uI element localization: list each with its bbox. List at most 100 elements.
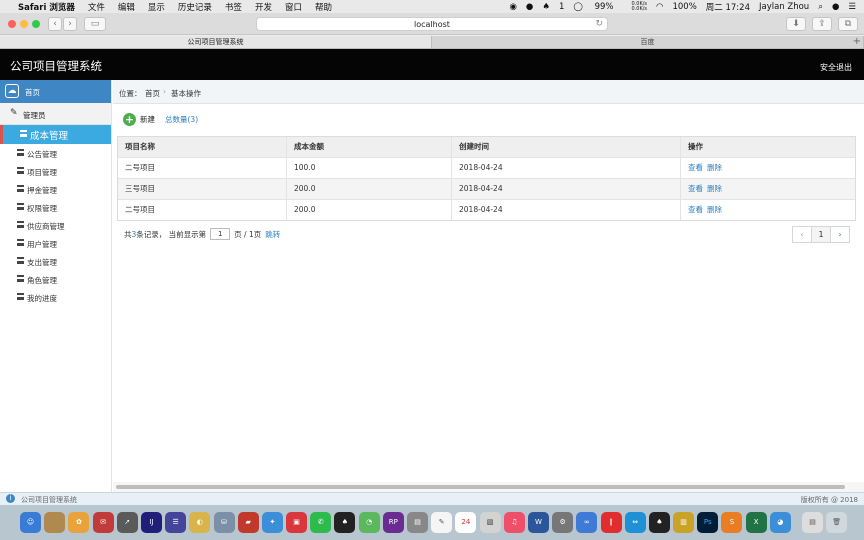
axure-icon[interactable]: RP — [382, 512, 404, 533]
column-header-name[interactable]: 项目名称 — [118, 137, 286, 157]
wechat-tray-icon[interactable]: ● — [526, 2, 533, 12]
share-button[interactable]: ⇪ — [812, 17, 832, 31]
downloads-button[interactable]: ⬇ — [786, 17, 806, 31]
photoshop-icon[interactable]: Ps — [697, 512, 719, 533]
delete-link[interactable]: 删除 — [707, 163, 722, 172]
qq-icon-2[interactable]: ♠ — [648, 512, 670, 533]
word-icon[interactable]: W — [527, 512, 549, 533]
menu-bookmarks[interactable]: 书签 — [225, 1, 242, 13]
breadcrumb-home-link[interactable]: 首页 — [145, 88, 160, 99]
teamviewer-icon[interactable]: ⇔ — [624, 512, 646, 533]
reload-icon[interactable]: ↻ — [595, 18, 603, 31]
qq-icon[interactable]: ♠ — [334, 512, 356, 533]
editor-icon[interactable]: ☰ — [165, 512, 187, 533]
itunes-icon[interactable]: ♫ — [503, 512, 525, 533]
app-green-icon[interactable]: ◔ — [358, 512, 380, 533]
sidebar-admin-group[interactable]: ✎ 管理员 — [0, 103, 111, 125]
tab-baidu[interactable]: 百度 — [432, 36, 864, 48]
finder-icon[interactable]: ☺ — [20, 512, 41, 533]
forward-button[interactable]: › — [63, 17, 77, 31]
table-row[interactable]: 二号项目 100.0 2018-04-24 查看 删除 — [118, 157, 855, 178]
new-tab-icon[interactable]: + — [853, 36, 861, 48]
preview-icon[interactable]: ▧ — [479, 512, 501, 533]
tab-project-system[interactable]: 公司项目管理系统 — [0, 36, 432, 48]
record-icon[interactable]: ◉ — [510, 2, 517, 12]
textedit-icon[interactable]: ✎ — [431, 512, 453, 533]
tabs-overview-button[interactable]: ⧉ — [838, 17, 858, 31]
browser-icon[interactable]: ◕ — [769, 512, 791, 533]
scrollbar-thumb[interactable] — [116, 485, 845, 489]
page-number-input[interactable]: 1 — [210, 228, 231, 240]
jump-link[interactable]: 跳转 — [265, 229, 280, 240]
sidebar-item-expense[interactable]: 支出管理 — [0, 252, 111, 270]
column-header-date[interactable]: 创建时间 — [451, 137, 680, 157]
notification-center-icon[interactable]: ☰ — [848, 2, 856, 12]
address-bar[interactable]: localhost ↻ — [256, 17, 608, 31]
new-button[interactable]: 新建 — [140, 114, 155, 125]
sidebar-item-permission[interactable]: 权限管理 — [0, 198, 111, 216]
view-link[interactable]: 查看 — [688, 184, 703, 193]
mail-icon[interactable]: ✉ — [92, 512, 114, 533]
menu-app-name[interactable]: Safari 浏览器 — [18, 1, 75, 13]
table-row[interactable]: 二号项目 200.0 2018-04-24 查看 删除 — [118, 199, 855, 220]
clock[interactable]: 周二 17:24 — [706, 1, 750, 13]
delete-link[interactable]: 删除 — [707, 205, 722, 214]
sidebar-item-user[interactable]: 用户管理 — [0, 234, 111, 252]
horizontal-scrollbar[interactable] — [113, 482, 864, 492]
sidebar-item-deposit[interactable]: 押金管理 — [0, 180, 111, 198]
add-circle-icon[interactable]: + — [123, 112, 136, 126]
parallels-icon[interactable]: ∥ — [600, 512, 622, 533]
menu-history[interactable]: 历史记录 — [178, 1, 212, 13]
calendar-icon[interactable]: 24 — [455, 512, 477, 533]
sidebar-item-role[interactable]: 角色管理 — [0, 270, 111, 288]
total-count-link[interactable]: 总数量(3) — [165, 114, 198, 125]
user-name[interactable]: Jaylan Zhou — [759, 2, 809, 12]
excel-icon[interactable]: X — [745, 512, 767, 533]
zoom-window-button[interactable] — [32, 20, 40, 28]
menu-view[interactable]: 显示 — [148, 1, 165, 13]
launchpad-icon[interactable]: ➚ — [116, 512, 138, 533]
sidebar-item-notice[interactable]: 公告管理 — [0, 144, 111, 162]
qq-tray-icon[interactable]: ♠ 1 — [542, 2, 564, 12]
stickies-icon[interactable]: ▤ — [407, 512, 428, 533]
menu-develop[interactable]: 开发 — [255, 1, 272, 13]
sublime-icon[interactable]: S — [721, 512, 743, 533]
book-icon[interactable]: ▥ — [673, 512, 695, 533]
photos-icon[interactable]: ✿ — [68, 512, 90, 533]
view-link[interactable]: 查看 — [688, 163, 703, 172]
screenshot-icon[interactable]: ▣ — [286, 512, 308, 533]
logout-link[interactable]: 安全退出 — [820, 62, 852, 73]
wechat-icon[interactable]: ✆ — [310, 512, 332, 533]
sidebar-home[interactable]: ☁ 首页 — [0, 80, 111, 103]
menu-help[interactable]: 帮助 — [315, 1, 332, 13]
sidebar-item-project[interactable]: 项目管理 — [0, 162, 111, 180]
notes-icon[interactable] — [44, 512, 66, 533]
sidebar-item-cost[interactable]: 成本管理 — [0, 125, 111, 144]
sidebar-toggle-button[interactable]: ▭ — [84, 17, 106, 31]
prev-page-button[interactable]: ‹ — [792, 226, 812, 243]
menu-edit[interactable]: 编辑 — [118, 1, 135, 13]
redis-icon[interactable]: ▰ — [237, 512, 259, 533]
siri-icon[interactable]: ● — [832, 2, 839, 12]
navicat-icon[interactable]: ◐ — [189, 512, 211, 533]
table-row[interactable]: 三号项目 200.0 2018-04-24 查看 删除 — [118, 178, 855, 199]
wifi-icon[interactable]: ◠ — [656, 2, 663, 12]
delete-link[interactable]: 删除 — [707, 184, 722, 193]
safari-icon[interactable]: ✦ — [261, 512, 283, 533]
sidebar-item-supplier[interactable]: 供应商管理 — [0, 216, 111, 234]
downloads-stack-icon[interactable]: ▤ — [802, 512, 823, 533]
trash-icon[interactable]: 🗑 — [826, 512, 848, 533]
database-icon[interactable]: ⛁ — [213, 512, 235, 533]
minimize-window-button[interactable] — [20, 20, 28, 28]
battery-icon[interactable]: ◯ 99% — [573, 2, 613, 12]
view-link[interactable]: 查看 — [688, 205, 703, 214]
sidebar-item-progress[interactable]: 我的进度 — [0, 288, 111, 306]
menu-file[interactable]: 文件 — [88, 1, 105, 13]
baidu-netdisk-icon[interactable]: ∞ — [576, 512, 598, 533]
page-1-button[interactable]: 1 — [811, 226, 831, 243]
next-page-button[interactable]: › — [830, 226, 850, 243]
spotlight-search-icon[interactable]: ⌕ — [818, 2, 823, 12]
back-button[interactable]: ‹ — [48, 17, 62, 31]
intellij-icon[interactable]: IJ — [140, 512, 162, 533]
system-preferences-icon[interactable]: ⚙ — [552, 512, 574, 533]
